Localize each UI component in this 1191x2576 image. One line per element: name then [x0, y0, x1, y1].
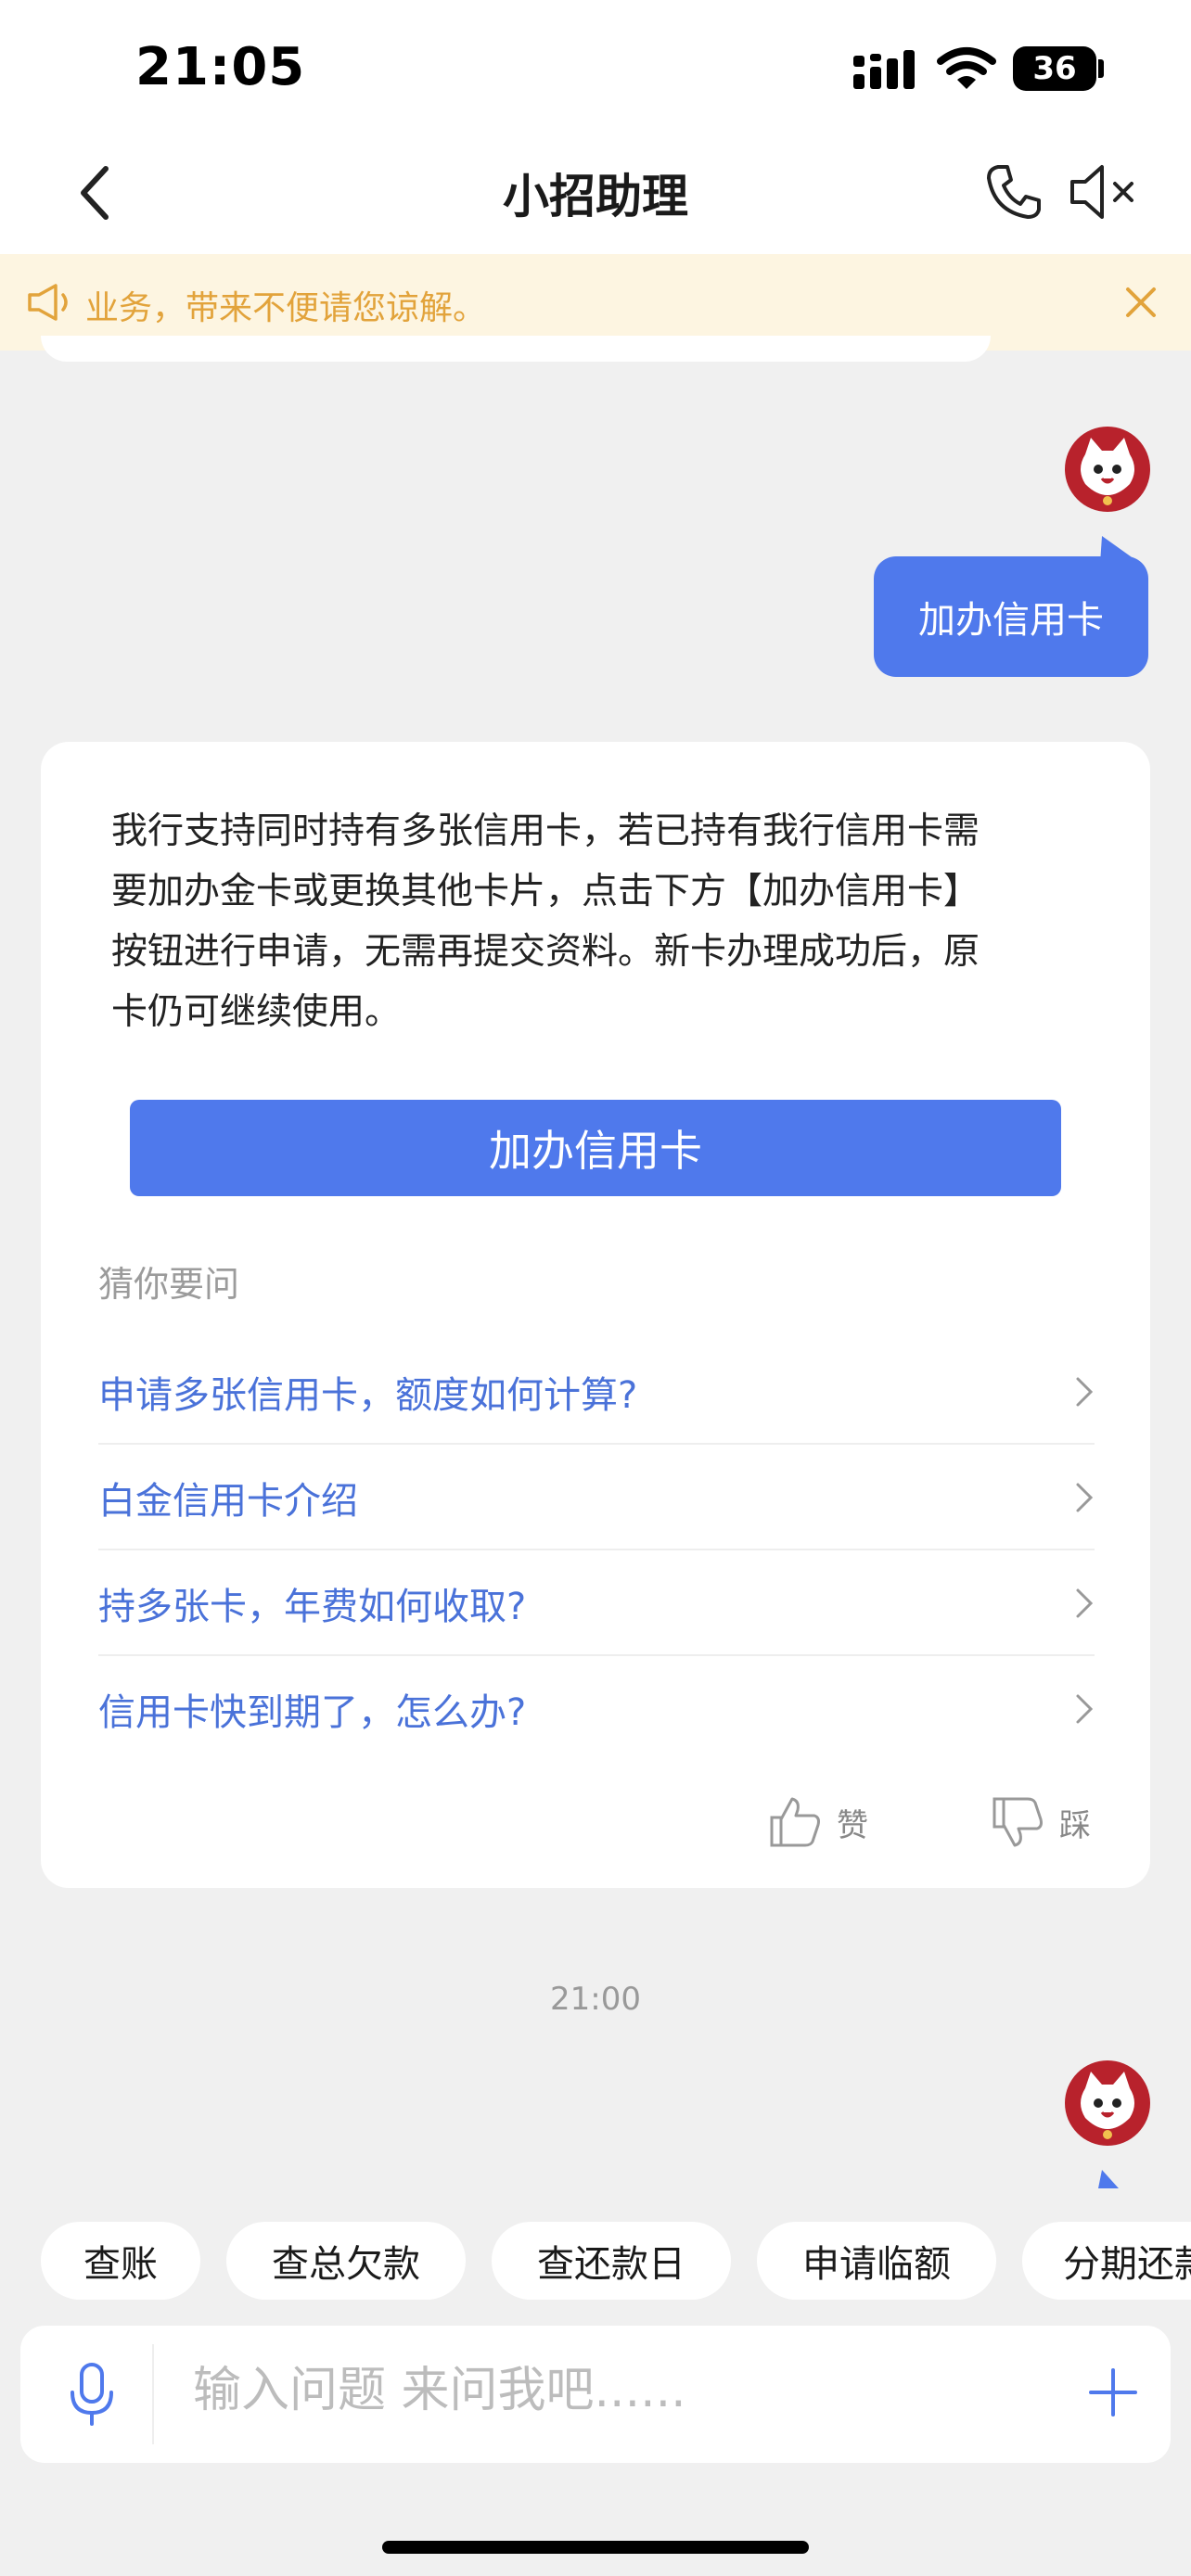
- chevron-right-icon: [1076, 1483, 1094, 1512]
- quick-reply-chip[interactable]: 查账: [41, 2222, 200, 2300]
- plus-icon[interactable]: [1087, 2366, 1139, 2418]
- user-avatar: [1065, 427, 1150, 512]
- previous-message-bubble: [41, 336, 991, 362]
- faq-item[interactable]: 白金信用卡介绍: [98, 1445, 1095, 1550]
- close-icon[interactable]: [1122, 284, 1159, 321]
- answer-line: 要加办金卡或更换其他卡片，点击下方【加办信用卡】: [111, 871, 980, 912]
- battery-icon: 36: [1013, 46, 1096, 91]
- like-button[interactable]: 赞: [768, 1795, 868, 1849]
- answer-line: 按钮进行申请，无需再提交资料。新卡办理成功后，原: [111, 931, 980, 973]
- answer-line: 卡仍可继续使用。: [111, 991, 402, 1033]
- dislike-label: 踩: [1059, 1806, 1091, 1844]
- wifi-icon: [937, 47, 996, 89]
- thumbs-up-icon: [770, 1797, 820, 1847]
- answer-text: 我行支持同时持有多张信用卡，若已持有我行信用卡需 要加办金卡或更换其他卡片，点击…: [111, 801, 1085, 1042]
- quick-reply-chip[interactable]: 申请临额: [757, 2222, 996, 2300]
- status-time: 21:05: [135, 37, 306, 97]
- cat-mascot-icon: [1081, 2072, 1134, 2139]
- faq-item-label: 申请多张信用卡，额度如何计算?: [98, 1374, 638, 1417]
- question-input[interactable]: [193, 2363, 1028, 2418]
- microphone-icon[interactable]: [65, 2361, 119, 2428]
- quick-reply-chip[interactable]: 查还款日: [492, 2222, 731, 2300]
- quick-reply-chip[interactable]: 查总欠款: [226, 2222, 466, 2300]
- suggested-questions-title: 猜你要问: [98, 1264, 240, 1305]
- chevron-right-icon: [1076, 1588, 1094, 1618]
- quick-reply-chip[interactable]: 分期还款: [1022, 2222, 1191, 2300]
- battery-cap: [1098, 59, 1104, 78]
- chevron-right-icon: [1076, 1694, 1094, 1724]
- apply-card-button[interactable]: 加办信用卡: [130, 1100, 1061, 1196]
- user-avatar: [1065, 2060, 1150, 2146]
- home-indicator: [382, 2541, 809, 2554]
- faq-item[interactable]: 持多张卡，年费如何收取?: [98, 1550, 1095, 1656]
- faq-item[interactable]: 申请多张信用卡，额度如何计算?: [98, 1339, 1095, 1445]
- phone-icon[interactable]: [985, 163, 1043, 221]
- cat-mascot-icon: [1081, 438, 1134, 505]
- answer-line: 我行支持同时持有多张信用卡，若已持有我行信用卡需: [111, 810, 980, 852]
- thumbs-down-icon: [992, 1797, 1043, 1847]
- like-label: 赞: [837, 1806, 868, 1844]
- faq-item-label: 持多张卡，年费如何收取?: [98, 1586, 527, 1628]
- chevron-right-icon: [1076, 1377, 1094, 1407]
- speaker-mute-icon[interactable]: [1069, 163, 1141, 221]
- user-message-bubble: 加办信用卡: [874, 556, 1148, 677]
- faq-item[interactable]: 信用卡快到期了，怎么办?: [98, 1656, 1095, 1762]
- notice-text: 业务，带来不便请您谅解。: [85, 289, 487, 327]
- user-bubble-tail: [1098, 2170, 1119, 2188]
- message-timestamp: 21:00: [550, 1981, 641, 2018]
- input-divider: [152, 2344, 154, 2444]
- battery-level: 36: [1032, 50, 1077, 87]
- megaphone-icon: [28, 284, 68, 321]
- dislike-button[interactable]: 踩: [991, 1795, 1091, 1849]
- faq-item-label: 白金信用卡介绍: [98, 1480, 358, 1523]
- faq-item-label: 信用卡快到期了，怎么办?: [98, 1691, 527, 1734]
- cellular-signal-icon: [853, 50, 915, 89]
